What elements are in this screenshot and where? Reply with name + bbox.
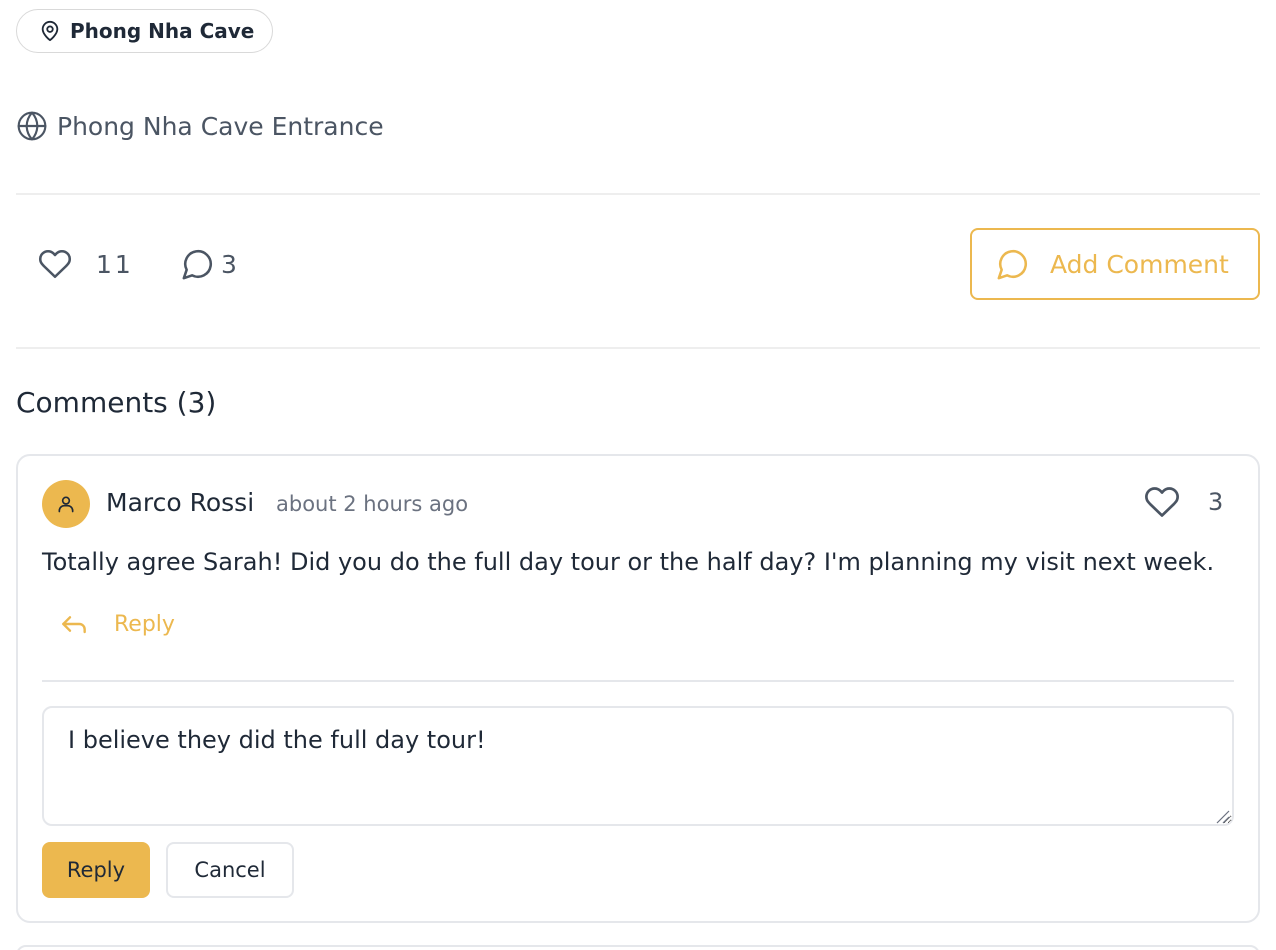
post-detail: Phong Nha Cave Phong Nha Cave Entrance 1… (0, 0, 1276, 950)
location-chip-label: Phong Nha Cave (70, 19, 255, 43)
comment-author[interactable]: Marco Rossi (106, 488, 254, 517)
divider (16, 193, 1260, 195)
comment-card (16, 945, 1260, 950)
user-icon (56, 494, 76, 514)
divider (42, 680, 1234, 682)
comments-heading: Comments (3) (16, 386, 217, 419)
reply-textarea[interactable]: I believe they did the full day tour! (42, 706, 1234, 826)
comment-like-button[interactable]: 3 (1144, 484, 1223, 520)
comment-like-count: 3 (1208, 488, 1224, 516)
divider (16, 347, 1260, 349)
comment-card: Marco Rossi about 2 hours ago 3 Totally … (16, 454, 1260, 923)
reply-submit-button[interactable]: Reply (42, 842, 150, 898)
heart-icon (38, 247, 72, 281)
place-label: Phong Nha Cave Entrance (57, 111, 384, 141)
reply-arrow-icon (58, 608, 90, 640)
add-comment-label: Add Comment (1050, 249, 1229, 279)
like-button[interactable]: 11 (38, 244, 134, 284)
resize-handle-icon[interactable] (1214, 808, 1230, 824)
like-count: 11 (96, 249, 134, 279)
reply-cancel-button[interactable]: Cancel (166, 842, 294, 898)
message-circle-icon (996, 247, 1030, 281)
comment-timestamp: about 2 hours ago (276, 492, 469, 516)
reply-link-label: Reply (114, 611, 175, 637)
globe-icon (16, 110, 48, 142)
location-chip[interactable]: Phong Nha Cave (16, 9, 273, 53)
comment-count: 3 (221, 249, 237, 279)
comment-text: Totally agree Sarah! Did you do the full… (42, 548, 1215, 576)
heart-icon (1144, 484, 1180, 520)
message-circle-icon (181, 247, 215, 281)
map-pin-icon (39, 20, 61, 42)
comment-count-button[interactable]: 3 (181, 244, 237, 284)
reply-link[interactable]: Reply (58, 608, 175, 640)
place-row: Phong Nha Cave Entrance (16, 108, 384, 144)
add-comment-button[interactable]: Add Comment (970, 228, 1260, 300)
avatar (42, 480, 90, 528)
